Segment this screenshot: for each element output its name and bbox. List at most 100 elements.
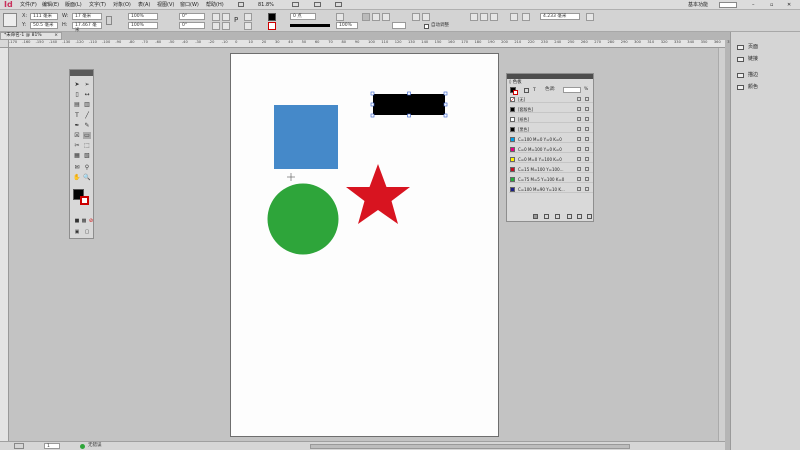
swatch-mode-icon <box>585 187 589 191</box>
swatch-type-icon <box>577 107 581 111</box>
swatch-row[interactable]: [纸色] <box>509 116 593 123</box>
pencil-tool-icon[interactable]: ✎ <box>83 122 91 129</box>
note-tool-icon[interactable]: ✉ <box>73 164 81 171</box>
status-bar: 1 无错误 <box>0 441 725 450</box>
swatch-color-chip <box>510 127 515 132</box>
free-transform-tool-icon[interactable]: ⬚ <box>83 142 91 149</box>
type-tool-icon[interactable]: T <box>73 112 81 119</box>
swatch-type-icon <box>577 187 581 191</box>
stroke-color-icon[interactable] <box>80 196 89 205</box>
links-icon <box>737 57 744 62</box>
dock-stroke[interactable]: 描边 <box>734 70 798 80</box>
swatches-panel-header[interactable] <box>507 74 593 79</box>
hand-tool-icon[interactable]: ✋ <box>73 174 81 181</box>
dock-links[interactable]: 链接 <box>734 54 798 64</box>
delete-swatch-icon[interactable] <box>587 214 592 219</box>
swatch-color-chip <box>510 167 515 172</box>
swatch-mode-icon <box>585 177 589 181</box>
swatch-mode-icon <box>585 127 589 131</box>
swatch-color-chip <box>510 117 515 122</box>
show-all-swatches-icon[interactable] <box>533 214 538 219</box>
tools-panel-header[interactable] <box>70 70 93 76</box>
swatch-name: C=100 M=0 Y=0 K=0 <box>518 137 562 142</box>
swatch-color-chip <box>510 107 515 112</box>
swatch-name: C=0 M=100 Y=0 K=0 <box>518 147 562 152</box>
swatch-name: C=0 M=0 Y=100 K=0 <box>518 157 562 162</box>
swatch-row[interactable]: [黑色] <box>509 126 593 133</box>
new-color-group-icon[interactable] <box>567 214 572 219</box>
swatch-name: C=15 M=100 Y=100... <box>518 167 564 172</box>
swatch-name: [无] <box>518 97 526 102</box>
first-page-icon[interactable] <box>14 443 24 449</box>
swatch-type-icon <box>577 157 581 161</box>
swatch-mode-icon <box>585 157 589 161</box>
normal-mode-icon[interactable]: ▣ <box>73 229 81 236</box>
green-circle[interactable] <box>267 183 339 255</box>
swatch-stroke-icon[interactable] <box>513 90 518 95</box>
new-swatch-icon[interactable] <box>577 214 582 219</box>
show-gradient-swatches-icon[interactable] <box>555 214 560 219</box>
swatch-color-chip <box>510 187 515 192</box>
stroke-icon <box>737 73 744 78</box>
swatch-row[interactable]: [套版色] <box>509 106 593 113</box>
swatch-name: C=100 M=90 Y=10 K... <box>518 187 565 192</box>
swatch-mode-icon <box>585 107 589 111</box>
show-color-swatches-icon[interactable] <box>544 214 549 219</box>
zoom-tool-icon[interactable]: 🔍 <box>83 174 91 181</box>
canvas-artwork <box>267 91 448 255</box>
pages-icon <box>737 45 744 50</box>
panel-dock: 页面 链接 描边 颜色 <box>730 32 800 450</box>
dock-links-label: 链接 <box>748 56 759 62</box>
swatch-row[interactable]: C=100 M=0 Y=0 K=0 <box>509 136 593 143</box>
selection-tool-icon[interactable]: ➤ <box>73 81 81 88</box>
swatch-type-icon <box>577 167 581 171</box>
dock-pages[interactable]: 页面 <box>734 42 798 52</box>
swatch-row[interactable]: C=75 M=5 Y=100 K=0 <box>509 176 593 183</box>
swatch-name: C=75 M=5 Y=100 K=0 <box>518 177 565 182</box>
eyedropper-tool-icon[interactable]: ⚲ <box>83 164 91 171</box>
swatch-color-chip <box>510 157 515 162</box>
tint-field[interactable] <box>563 87 581 93</box>
swatch-type-icon <box>577 117 581 121</box>
swatch-row[interactable]: [无] <box>509 96 593 103</box>
swatch-name: [纸色] <box>518 117 530 122</box>
swatch-row[interactable]: C=100 M=90 Y=10 K... <box>509 186 593 193</box>
blue-square[interactable] <box>274 105 338 169</box>
swatch-row[interactable]: C=15 M=100 Y=100... <box>509 166 593 173</box>
swatches-tab[interactable]: ◊ 色板 <box>509 80 522 86</box>
swatch-name: [黑色] <box>518 127 530 132</box>
content-collector-icon[interactable]: ▤ <box>73 101 81 108</box>
direct-selection-tool-icon[interactable]: ➢ <box>83 81 91 88</box>
formatting-text-icon[interactable]: T <box>533 88 536 93</box>
page-number-field[interactable]: 1 <box>44 443 60 449</box>
swatch-name: [套版色] <box>518 107 534 112</box>
formatting-container-icon[interactable] <box>524 88 529 93</box>
percent-label: % <box>584 87 589 92</box>
rectangle-tool-icon[interactable]: ▭ <box>83 132 91 139</box>
gap-tool-icon[interactable]: ↔ <box>83 91 91 98</box>
scissors-tool-icon[interactable]: ✂ <box>73 142 81 149</box>
gradient-swatch-tool-icon[interactable]: ▦ <box>73 152 81 159</box>
rectangle-frame-tool-icon[interactable]: ☒ <box>73 132 81 139</box>
dock-stroke-label: 描边 <box>748 72 759 78</box>
tools-panel: ➤ ➢ ▯ ↔ ▤ ▥ T ╱ ✒ ✎ ☒ ▭ ✂ ⬚ ▦ ▧ ✉ ⚲ ✋ 🔍 … <box>69 69 94 239</box>
swatch-row[interactable]: C=0 M=100 Y=0 K=0 <box>509 146 593 153</box>
line-tool-icon[interactable]: ╱ <box>83 112 91 119</box>
content-placer-icon[interactable]: ▥ <box>83 101 91 108</box>
pen-tool-icon[interactable]: ✒ <box>73 122 81 129</box>
swatch-mode-icon <box>585 117 589 121</box>
swatch-color-chip <box>510 97 515 102</box>
swatch-type-icon <box>577 147 581 151</box>
swatch-color-chip <box>510 177 515 182</box>
vertical-scrollbar[interactable] <box>718 48 725 441</box>
apply-none-icon[interactable]: ⊘ <box>87 218 95 225</box>
dock-color[interactable]: 颜色 <box>734 82 798 92</box>
black-rectangle[interactable] <box>373 94 445 115</box>
red-star[interactable] <box>346 164 410 224</box>
preflight-status-text: 无错误 <box>88 443 102 448</box>
preview-mode-icon[interactable]: ▢ <box>83 229 91 236</box>
horizontal-scrollbar[interactable] <box>310 444 630 449</box>
gradient-feather-tool-icon[interactable]: ▧ <box>83 152 91 159</box>
page-tool-icon[interactable]: ▯ <box>73 91 81 98</box>
swatch-row[interactable]: C=0 M=0 Y=100 K=0 <box>509 156 593 163</box>
